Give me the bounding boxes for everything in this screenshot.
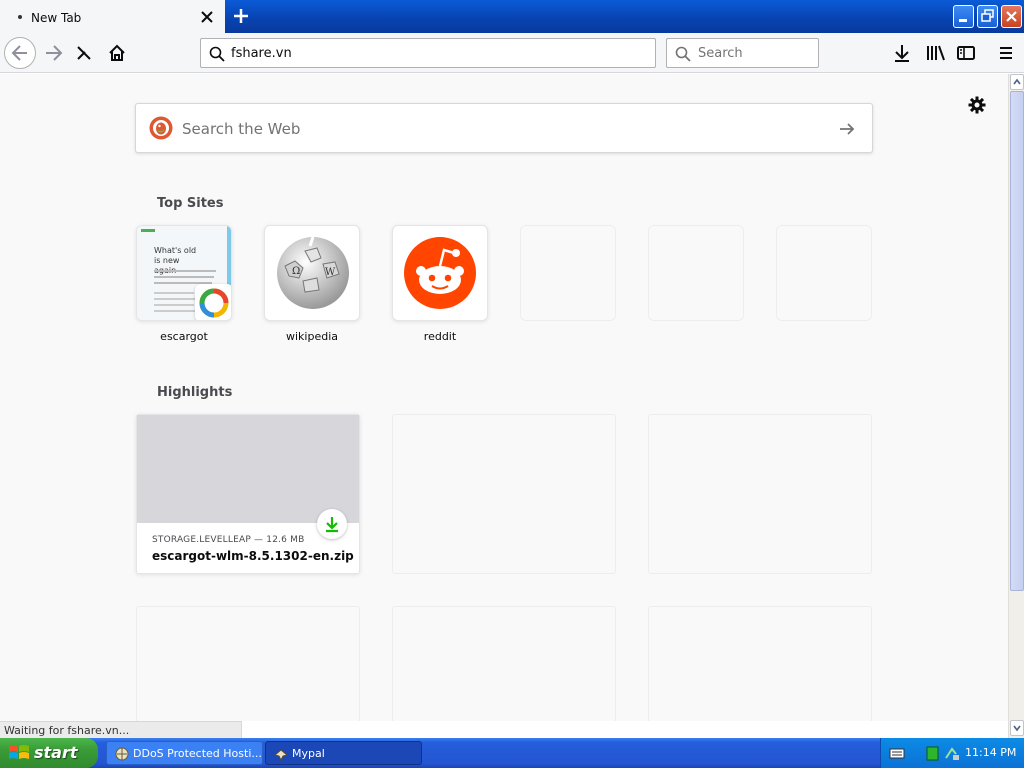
minimize-button[interactable] <box>953 5 974 28</box>
scrollbar-thumb[interactable] <box>1010 91 1024 591</box>
top-site-label: wikipedia <box>285 330 338 343</box>
close-window-button[interactable] <box>1001 5 1022 28</box>
status-text: Waiting for fshare.vn... <box>0 721 242 738</box>
top-site-tile-reddit[interactable] <box>392 225 488 321</box>
top-site-tile-escargot[interactable]: What's old is new again <box>136 225 232 321</box>
web-search-placeholder: Search the Web <box>182 120 301 138</box>
top-site-placeholder <box>520 225 616 321</box>
library-icon <box>927 45 945 61</box>
top-site-placeholder <box>776 225 872 321</box>
highlight-placeholder <box>648 414 872 574</box>
download-badge <box>317 509 347 539</box>
mypal-app-icon <box>273 749 289 762</box>
tab-loading-icon <box>18 15 22 19</box>
highlight-card[interactable]: STORAGE.LEVELLEAP — 12.6 MB escargot-wlm… <box>136 414 360 574</box>
clock: 11:14 PM <box>965 746 1017 759</box>
highlight-title: escargot-wlm-8.5.1302-en.zip <box>152 549 354 563</box>
tab-new-tab[interactable]: New Tab <box>0 0 225 33</box>
taskbar-item-label: Mypal <box>292 747 325 760</box>
search-icon <box>675 46 691 62</box>
hamburger-menu-icon <box>1000 47 1012 59</box>
browser-app-icon <box>115 747 129 761</box>
highlight-placeholder <box>392 414 616 574</box>
url-text: fshare.vn <box>231 46 292 61</box>
top-site-label: reddit <box>423 330 457 343</box>
green-status-icon[interactable] <box>926 746 940 762</box>
back-arrow-icon <box>11 45 27 61</box>
restore-button[interactable] <box>977 5 998 28</box>
chevron-up-icon <box>1013 78 1021 85</box>
taskbar: start DDoS Protected Hosti... Mypal 11:1… <box>0 738 1024 768</box>
taskbar-item-ddos[interactable]: DDoS Protected Hosti... <box>106 741 263 765</box>
svg-text:Ω: Ω <box>292 266 300 277</box>
tab-strip: New Tab <box>0 0 1024 33</box>
stop-button[interactable] <box>68 37 100 69</box>
duckduckgo-logo-icon <box>149 116 173 140</box>
top-site-placeholder <box>648 225 744 321</box>
gear-icon[interactable] <box>967 95 987 115</box>
highlight-placeholder <box>136 606 360 721</box>
top-site-tile-wikipedia[interactable]: Ω W <box>264 225 360 321</box>
reddit-logo-icon <box>404 237 476 309</box>
top-sites-heading: Top Sites <box>157 196 224 211</box>
highlight-placeholder <box>648 606 872 721</box>
highlight-source: STORAGE.LEVELLEAP — 12.6 MB <box>152 535 305 545</box>
home-icon <box>109 44 125 61</box>
svg-text:W: W <box>325 267 336 278</box>
menu-button[interactable] <box>990 37 1022 69</box>
search-submit-arrow-icon[interactable] <box>837 119 857 139</box>
system-tray: 11:14 PM <box>880 738 1024 768</box>
navigation-toolbar: fshare.vn Search <box>0 33 1024 73</box>
search-icon <box>209 46 225 62</box>
close-tab-icon[interactable] <box>199 9 215 25</box>
highlight-placeholder <box>392 606 616 721</box>
escargot-thumbnail: What's old is new again <box>137 226 231 320</box>
url-bar[interactable]: fshare.vn <box>200 38 656 68</box>
start-button[interactable]: start <box>0 738 98 768</box>
top-site-label: escargot <box>160 330 208 343</box>
library-button[interactable] <box>919 37 951 69</box>
chevron-down-icon <box>1013 725 1021 732</box>
sidebar-icon <box>957 46 975 60</box>
new-tab-page: Search the Web Top Sites What's old is n… <box>0 74 1008 721</box>
start-label: start <box>34 743 78 762</box>
back-button[interactable] <box>4 37 36 69</box>
web-search-box[interactable]: Search the Web <box>135 103 873 153</box>
download-icon <box>326 517 338 533</box>
stop-icon <box>77 46 91 60</box>
vertical-scrollbar[interactable] <box>1008 74 1024 738</box>
taskbar-item-mypal[interactable]: Mypal <box>265 741 422 765</box>
tab-title: New Tab <box>31 11 82 25</box>
download-icon <box>895 45 909 62</box>
downloads-button[interactable] <box>886 37 918 69</box>
wikipedia-globe-icon: Ω W <box>277 236 349 309</box>
highlights-heading: Highlights <box>157 385 233 400</box>
home-button[interactable] <box>101 37 133 69</box>
search-bar-placeholder: Search <box>698 46 743 61</box>
keyboard-icon[interactable] <box>889 746 905 760</box>
forward-arrow-icon <box>46 45 63 61</box>
windows-logo-icon <box>9 745 29 759</box>
highlight-thumbnail <box>137 415 359 523</box>
search-bar[interactable]: Search <box>666 38 819 68</box>
scroll-down-button[interactable] <box>1010 720 1024 736</box>
scroll-up-button[interactable] <box>1010 74 1024 90</box>
escargot-logo-icon <box>199 288 229 318</box>
taskbar-item-label: DDoS Protected Hosti... <box>133 747 262 760</box>
forward-button[interactable] <box>38 37 70 69</box>
network-icon[interactable] <box>944 746 960 762</box>
new-tab-icon[interactable] <box>230 5 252 27</box>
sidebar-button[interactable] <box>950 37 982 69</box>
